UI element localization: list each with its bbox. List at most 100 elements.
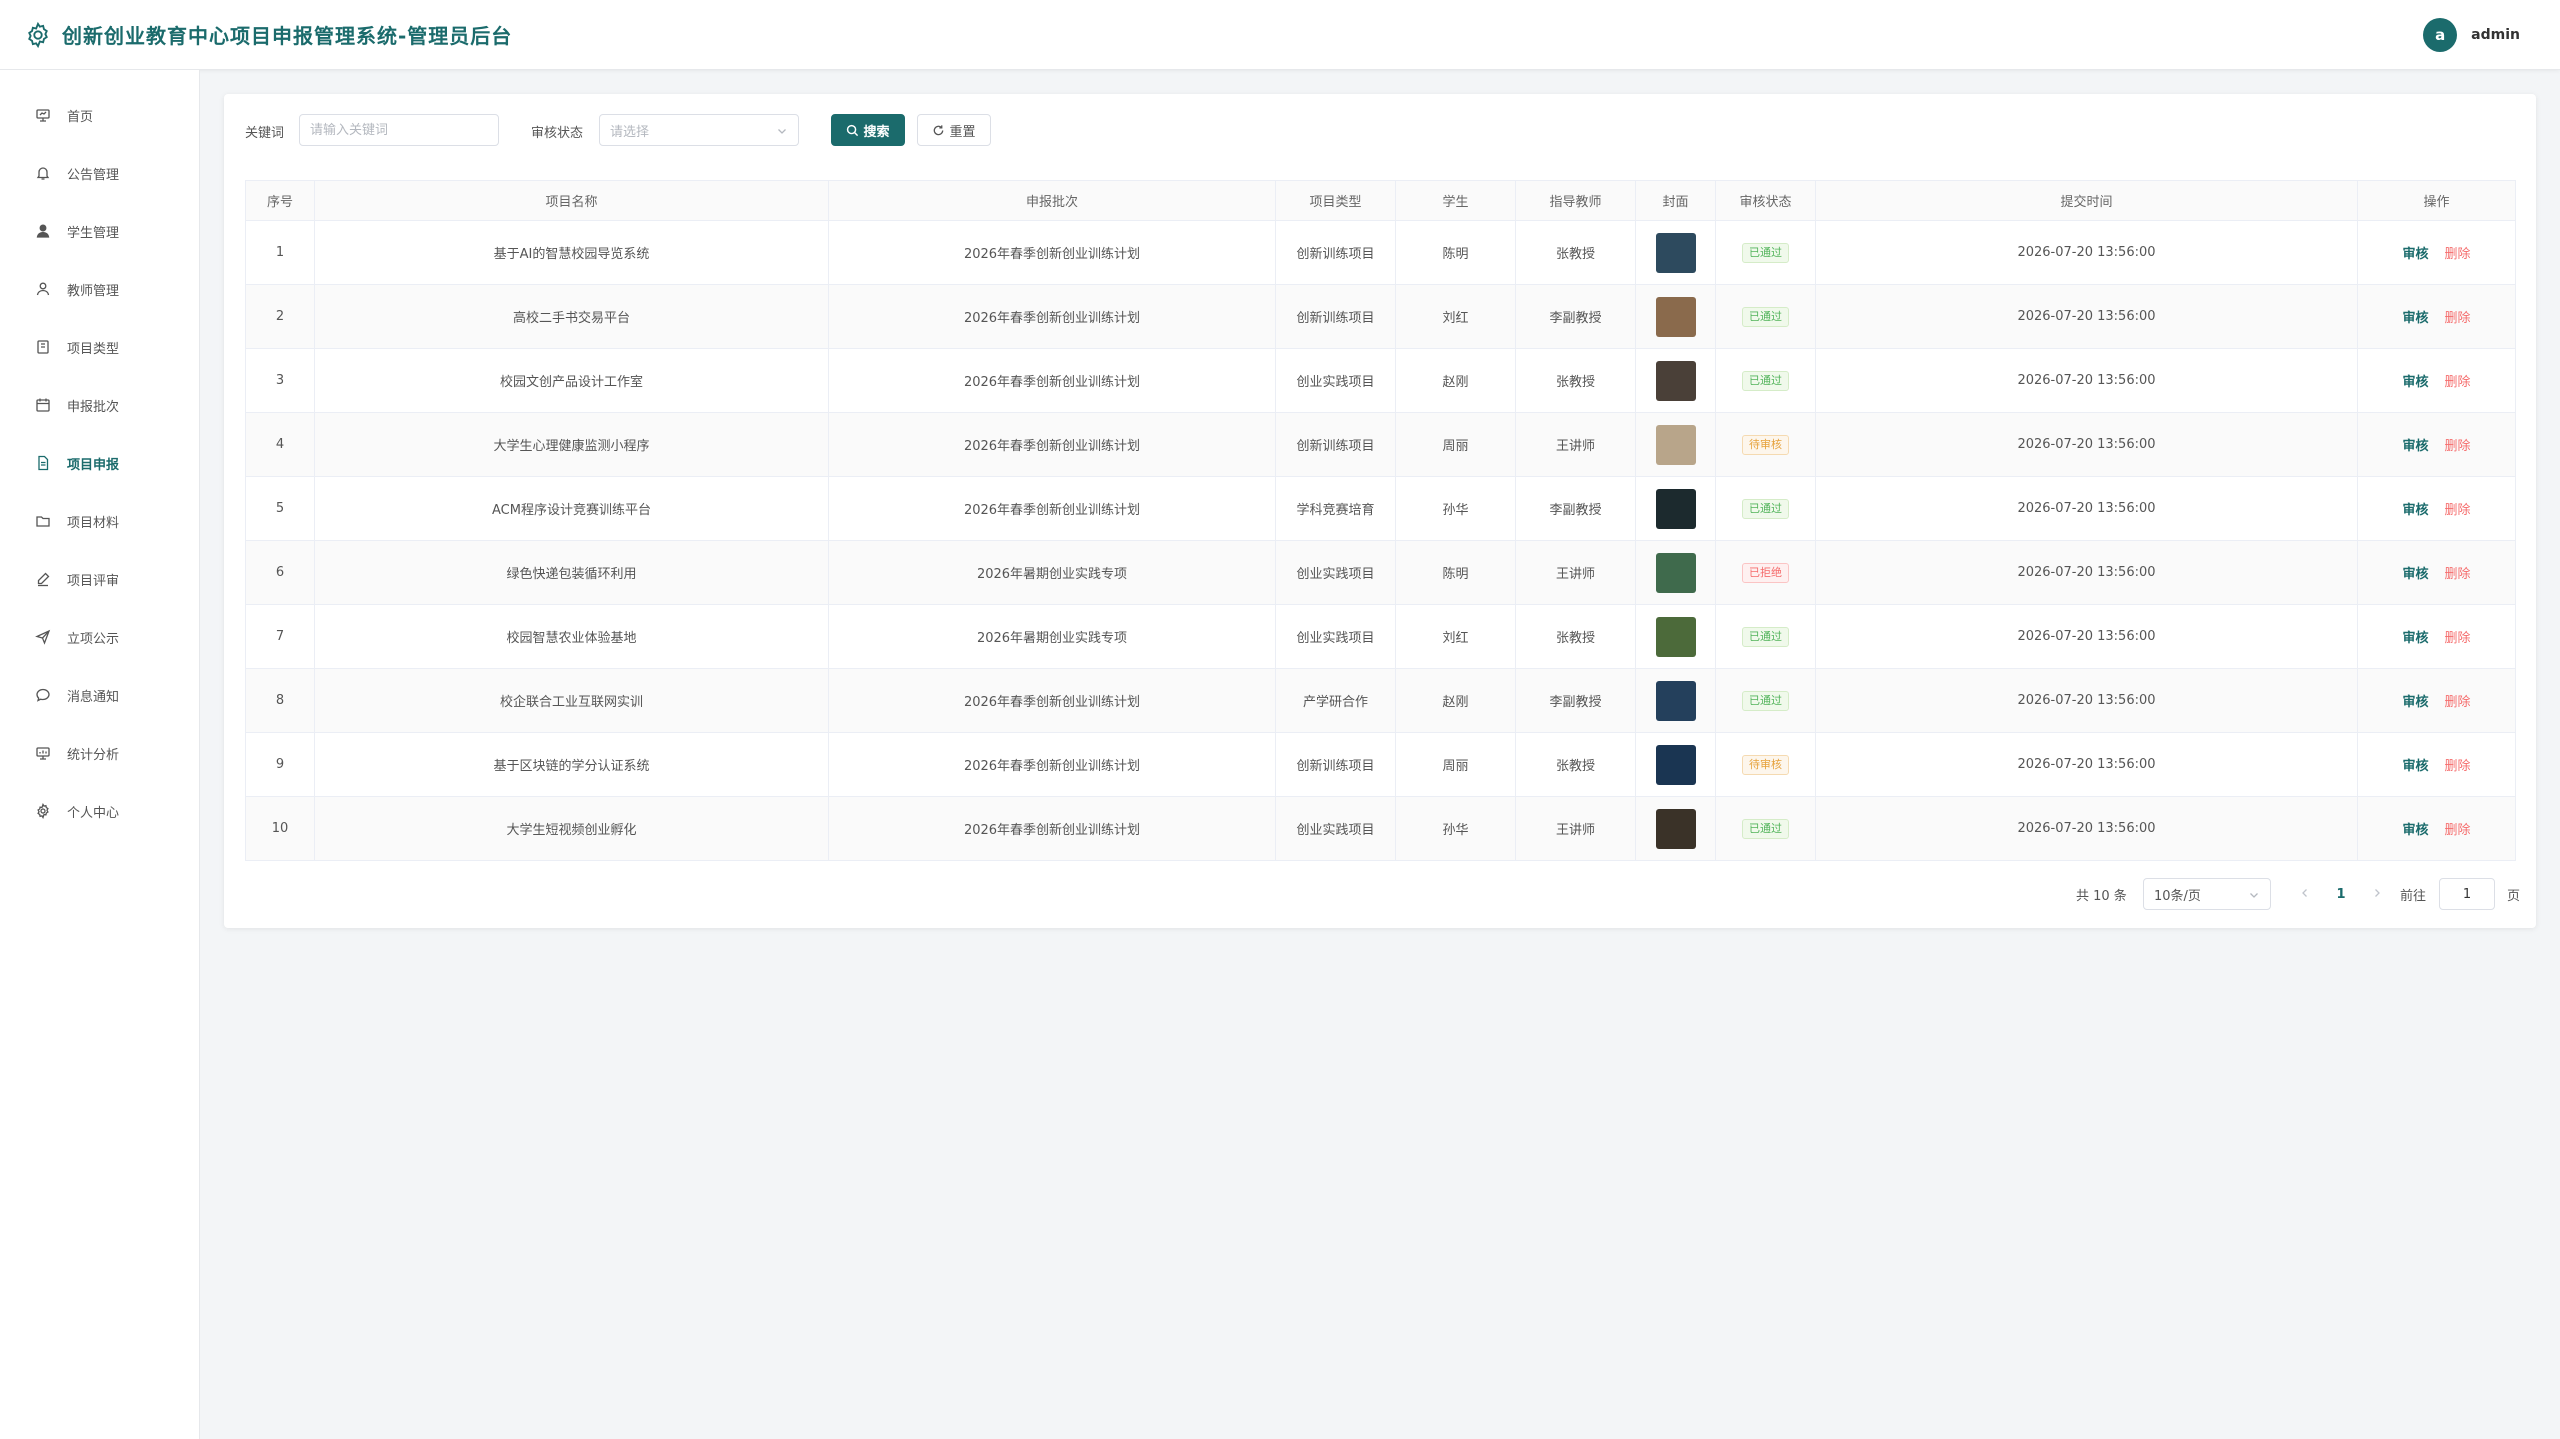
delete-button[interactable]: 删除 bbox=[2445, 627, 2471, 646]
delete-button[interactable]: 删除 bbox=[2445, 371, 2471, 390]
next-page-button[interactable] bbox=[2367, 883, 2387, 903]
sidebar-item-home[interactable]: 首页 bbox=[0, 95, 199, 135]
search-button[interactable]: 搜索 bbox=[831, 114, 905, 146]
cell-status: 已通过 bbox=[1715, 668, 1816, 733]
cover-image[interactable] bbox=[1655, 744, 1696, 785]
app-title: 创新创业教育中心项目申报管理系统-管理员后台 bbox=[62, 24, 513, 48]
status-badge: 待审核 bbox=[1742, 434, 1789, 455]
review-button[interactable]: 审核 bbox=[2402, 627, 2428, 646]
delete-button[interactable]: 删除 bbox=[2445, 243, 2471, 262]
review-button[interactable]: 审核 bbox=[2402, 563, 2428, 582]
gear-icon bbox=[28, 21, 48, 49]
keyword-label: 关键词 bbox=[245, 126, 285, 141]
review-button[interactable]: 审核 bbox=[2402, 371, 2428, 390]
prev-page-button[interactable] bbox=[2295, 883, 2315, 903]
sidebar-item-message[interactable]: 消息通知 bbox=[0, 675, 199, 715]
column-header: 序号 bbox=[245, 180, 315, 221]
cell-actions: 审核 删除 bbox=[2357, 412, 2516, 477]
sidebar-item-student[interactable]: 学生管理 bbox=[0, 211, 199, 251]
column-header: 学生 bbox=[1395, 180, 1516, 221]
pagination-total: 共 10 条 bbox=[2076, 889, 2127, 904]
review-button[interactable]: 审核 bbox=[2402, 499, 2428, 518]
avatar[interactable]: a bbox=[2423, 18, 2458, 52]
cell-type: 创业实践项目 bbox=[1275, 540, 1396, 605]
cell-teacher: 张教授 bbox=[1515, 604, 1636, 669]
cell-student: 孙华 bbox=[1395, 476, 1516, 541]
cell-submit-time: 2026-07-20 13:56:00 bbox=[1815, 220, 2358, 285]
sidebar-item-label: 项目申报 bbox=[67, 458, 120, 473]
delete-button[interactable]: 删除 bbox=[2445, 307, 2471, 326]
cell-batch: 2026年春季创新创业训练计划 bbox=[828, 668, 1276, 733]
review-button[interactable]: 审核 bbox=[2402, 819, 2428, 838]
refresh-icon bbox=[934, 124, 944, 135]
cover-image[interactable] bbox=[1655, 552, 1696, 593]
cell-batch: 2026年暑期创业实践专项 bbox=[828, 604, 1276, 669]
sidebar-item-project-material[interactable]: 项目材料 bbox=[0, 501, 199, 541]
status-badge: 已通过 bbox=[1742, 690, 1789, 711]
sidebar-item-project-review[interactable]: 项目评审 bbox=[0, 559, 199, 599]
delete-button[interactable]: 删除 bbox=[2445, 755, 2471, 774]
cell-submit-time: 2026-07-20 13:56:00 bbox=[1815, 348, 2358, 413]
cell-teacher: 李副教授 bbox=[1515, 476, 1636, 541]
table-header-row: 序号 项目名称 申报批次 项目类型 学生 指导教师 封面 审核状态 提交时间 操作 bbox=[245, 180, 2516, 221]
delete-button[interactable]: 删除 bbox=[2445, 435, 2471, 454]
notebook-icon bbox=[37, 340, 49, 354]
cell-index: 5 bbox=[245, 476, 315, 541]
table-row: 8 校企联合工业互联网实训 2026年春季创新创业训练计划 产学研合作 赵刚 李副教授 已通… bbox=[245, 668, 2516, 733]
delete-button[interactable]: 删除 bbox=[2445, 563, 2471, 582]
main-card: 关键词 审核状态 请选择 搜索 重置 序号项目名称申报批次项目类型学生指导教师封… bbox=[224, 94, 2536, 928]
cover-image[interactable] bbox=[1655, 616, 1696, 657]
cell-cover bbox=[1635, 348, 1716, 413]
sidebar-item-notice[interactable]: 公告管理 bbox=[0, 153, 199, 193]
cell-cover bbox=[1635, 604, 1716, 669]
document-icon bbox=[38, 455, 49, 471]
status-select[interactable]: 请选择 bbox=[599, 114, 799, 146]
cell-project-name: 基于区块链的学分认证系统 bbox=[314, 732, 829, 797]
sidebar-item-approval-public[interactable]: 立项公示 bbox=[0, 617, 199, 657]
user-menu[interactable]: a admin bbox=[2423, 18, 2520, 52]
review-button[interactable]: 审核 bbox=[2402, 691, 2428, 710]
cover-image[interactable] bbox=[1655, 360, 1696, 401]
reset-button[interactable]: 重置 bbox=[917, 114, 991, 146]
cell-type: 创业实践项目 bbox=[1275, 348, 1396, 413]
goto-page-input[interactable] bbox=[2439, 878, 2495, 910]
cell-batch: 2026年春季创新创业训练计划 bbox=[828, 284, 1276, 349]
cover-image[interactable] bbox=[1655, 232, 1696, 273]
review-button[interactable]: 审核 bbox=[2402, 755, 2428, 774]
cell-project-name: ACM程序设计竞赛训练平台 bbox=[314, 476, 829, 541]
review-button[interactable]: 审核 bbox=[2402, 307, 2428, 326]
cell-type: 学科竞赛培育 bbox=[1275, 476, 1396, 541]
goto-label: 前往 bbox=[2400, 889, 2427, 904]
cell-submit-time: 2026-07-20 13:56:00 bbox=[1815, 284, 2358, 349]
table-body: 1 基于AI的智慧校园导览系统 2026年春季创新创业训练计划 创新训练项目 陈明 张教授… bbox=[245, 220, 2516, 861]
status-label: 审核状态 bbox=[531, 126, 584, 141]
sidebar-item-batch[interactable]: 申报批次 bbox=[0, 385, 199, 425]
sidebar-item-statistics[interactable]: 统计分析 bbox=[0, 733, 199, 773]
bell-icon bbox=[36, 167, 50, 180]
review-button[interactable]: 审核 bbox=[2402, 435, 2428, 454]
delete-button[interactable]: 删除 bbox=[2445, 819, 2471, 838]
cell-status: 已通过 bbox=[1715, 348, 1816, 413]
column-header: 项目类型 bbox=[1275, 180, 1396, 221]
sidebar-item-project-type[interactable]: 项目类型 bbox=[0, 327, 199, 367]
sidebar-item-project-apply[interactable]: 项目申报 bbox=[0, 443, 199, 483]
sidebar-item-teacher[interactable]: 教师管理 bbox=[0, 269, 199, 309]
review-button[interactable]: 审核 bbox=[2402, 243, 2428, 262]
cover-image[interactable] bbox=[1655, 296, 1696, 337]
cell-actions: 审核 删除 bbox=[2357, 668, 2516, 733]
chevron-down-icon bbox=[2250, 893, 2258, 898]
cover-image[interactable] bbox=[1655, 488, 1696, 529]
sidebar-item-profile[interactable]: 个人中心 bbox=[0, 791, 199, 831]
keyword-input[interactable] bbox=[299, 114, 499, 146]
cell-type: 产学研合作 bbox=[1275, 668, 1396, 733]
username[interactable]: admin bbox=[2471, 27, 2520, 43]
page-number-current[interactable]: 1 bbox=[2328, 881, 2354, 907]
cover-image[interactable] bbox=[1655, 680, 1696, 721]
delete-button[interactable]: 删除 bbox=[2445, 691, 2471, 710]
cover-image[interactable] bbox=[1655, 424, 1696, 465]
delete-button[interactable]: 删除 bbox=[2445, 499, 2471, 518]
page-size-select[interactable]: 10条/页 bbox=[2143, 878, 2271, 910]
cover-image[interactable] bbox=[1655, 808, 1696, 849]
sidebar-item-label: 个人中心 bbox=[67, 806, 120, 821]
cell-status: 已通过 bbox=[1715, 220, 1816, 285]
